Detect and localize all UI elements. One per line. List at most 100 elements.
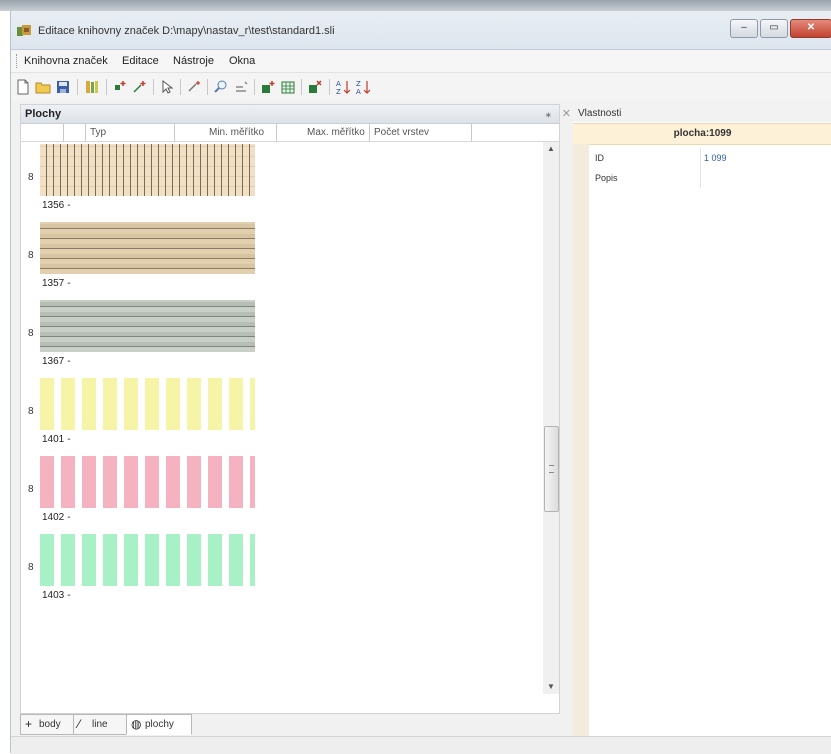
area-name: - xyxy=(67,512,71,523)
property-row-popis[interactable]: Popis xyxy=(589,168,831,188)
column-header-layer-count[interactable]: Počet vrstev xyxy=(370,124,472,141)
row-marker: 8 xyxy=(28,328,34,339)
tab-body-label: body xyxy=(39,719,61,730)
row-marker: 8 xyxy=(28,406,34,417)
list-item[interactable]: 8 1403- xyxy=(21,532,541,610)
minimize-button[interactable]: – xyxy=(730,19,758,38)
column-header-min-scale[interactable]: Min. měřítko xyxy=(175,124,277,141)
select-icon[interactable] xyxy=(159,79,175,95)
tab-plochy-label: plochy xyxy=(145,719,174,730)
toolbar-separator xyxy=(77,79,78,95)
area-name: - xyxy=(67,590,71,601)
area-name: - xyxy=(67,200,71,211)
close-button[interactable]: ✕ xyxy=(790,19,831,38)
svg-text:Z: Z xyxy=(336,88,341,95)
pattern-swatch xyxy=(40,222,255,274)
library-icon[interactable] xyxy=(84,79,100,95)
svg-text:A: A xyxy=(336,80,341,88)
vertical-scrollbar[interactable]: ▲ ▼ xyxy=(543,142,559,694)
row-label: 1356- xyxy=(42,200,74,211)
row-label: 1403- xyxy=(42,590,74,601)
move-icon[interactable] xyxy=(186,79,202,95)
add-symbol-icon[interactable] xyxy=(112,79,128,95)
list-item[interactable]: 8 1401- xyxy=(21,376,541,454)
area-table-icon[interactable] xyxy=(280,79,296,95)
area-icon: ◍ xyxy=(131,717,142,731)
area-id: 1356 xyxy=(42,200,65,211)
column-header-blank[interactable] xyxy=(64,124,86,141)
edit-icon[interactable] xyxy=(233,79,249,95)
property-key: Popis xyxy=(595,173,618,183)
tab-line-label: line xyxy=(92,719,108,730)
row-label: 1401- xyxy=(42,434,74,445)
areas-panel: Plochy ⁎ ✕ Typ Min. měřítko Max. měřítko… xyxy=(20,104,571,714)
app-icon xyxy=(17,25,31,36)
toolbar-separator xyxy=(329,79,330,95)
column-header-typ[interactable]: Typ xyxy=(86,124,175,141)
list-item[interactable]: 8 1402- xyxy=(21,454,541,532)
open-folder-icon[interactable] xyxy=(35,79,51,95)
pattern-swatch xyxy=(40,534,255,586)
list-item[interactable]: 8 1357- xyxy=(21,220,541,298)
property-value[interactable]: 1 099 xyxy=(704,153,727,163)
new-icon[interactable] xyxy=(15,79,31,95)
scroll-up-icon[interactable]: ▲ xyxy=(547,144,555,153)
tab-line[interactable]: ⁄ line xyxy=(73,714,127,735)
area-name: - xyxy=(67,356,71,367)
svg-text:Z: Z xyxy=(356,80,361,88)
save-icon[interactable] xyxy=(55,79,71,95)
delete-area-icon[interactable] xyxy=(307,79,323,95)
app-window: Editace knihovny značek D:\mapy\nastav_r… xyxy=(10,11,831,754)
tab-body[interactable]: + body xyxy=(20,714,74,735)
menu-nastroje[interactable]: Nástroje xyxy=(173,55,214,67)
areas-panel-header: Plochy ⁎ ✕ xyxy=(21,105,571,124)
toolbar-separator xyxy=(106,79,107,95)
scroll-down-icon[interactable]: ▼ xyxy=(547,682,555,691)
toolbar: A Z Z A xyxy=(11,73,831,101)
add-area-icon[interactable] xyxy=(260,79,276,95)
pattern-swatch xyxy=(40,144,255,196)
list-item[interactable]: 8 1367- xyxy=(21,298,541,376)
svg-text:A: A xyxy=(356,88,361,95)
toolbar-separator xyxy=(301,79,302,95)
properties-title: Vlastnosti xyxy=(578,108,622,119)
maximize-button[interactable]: ▭ xyxy=(760,19,788,38)
menu-knihovna[interactable]: Knihovna značek xyxy=(24,55,108,67)
desktop-background xyxy=(0,0,831,11)
pin-icon[interactable]: ⁎ xyxy=(546,107,552,120)
area-id: 1401 xyxy=(42,434,65,445)
menu-okna[interactable]: Okna xyxy=(229,55,255,67)
scrollbar-thumb[interactable] xyxy=(544,426,559,512)
area-id: 1403 xyxy=(42,590,65,601)
row-label: 1367- xyxy=(42,356,74,367)
status-bar xyxy=(11,736,831,754)
row-marker: 8 xyxy=(28,562,34,573)
add-line-icon[interactable] xyxy=(132,79,148,95)
property-divider xyxy=(700,148,701,168)
row-marker: 8 xyxy=(28,250,34,261)
menu-bar: Knihovna značek Editace Nástroje Okna xyxy=(11,50,831,73)
area-id: 1357 xyxy=(42,278,65,289)
panel-close-icon[interactable]: ✕ xyxy=(562,107,571,120)
toolbar-separator xyxy=(207,79,208,95)
column-header-blank[interactable] xyxy=(21,124,64,141)
pattern-swatch xyxy=(40,378,255,430)
sort-ascending-icon[interactable]: A Z xyxy=(335,79,351,95)
area-id: 1402 xyxy=(42,512,65,523)
menu-editace[interactable]: Editace xyxy=(122,55,159,67)
selected-object[interactable]: plocha:1099 xyxy=(573,123,831,145)
tab-plochy[interactable]: ◍ plochy xyxy=(126,714,192,735)
property-key: ID xyxy=(595,153,604,163)
selected-object-label: plocha:1099 xyxy=(673,128,732,139)
property-divider xyxy=(700,168,701,188)
title-bar[interactable]: Editace knihovny značek D:\mapy\nastav_r… xyxy=(11,11,831,50)
properties-header: Vlastnosti xyxy=(573,104,831,122)
properties-panel: Vlastnosti plocha:1099 ID 1 099 Popis xyxy=(573,104,831,736)
tab-strip: + body ⁄ line ◍ plochy xyxy=(20,714,565,736)
property-row-id[interactable]: ID 1 099 xyxy=(589,148,831,168)
column-header-max-scale[interactable]: Max. měřítko xyxy=(277,124,370,141)
sort-descending-icon[interactable]: Z A xyxy=(355,79,371,95)
toolbar-separator xyxy=(254,79,255,95)
zoom-icon[interactable] xyxy=(213,79,229,95)
list-item[interactable]: 8 1356- xyxy=(21,142,541,220)
